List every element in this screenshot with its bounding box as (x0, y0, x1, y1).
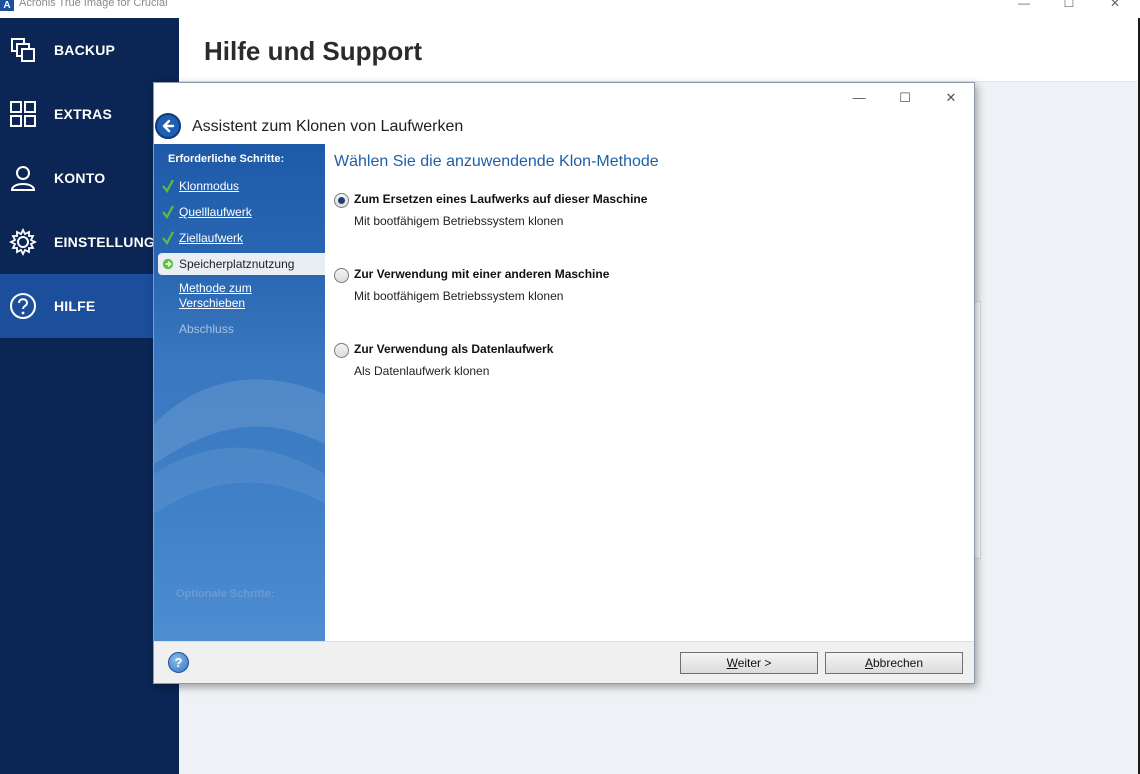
app-close-button[interactable]: ✕ (1092, 0, 1138, 10)
checkmark-icon (162, 205, 174, 219)
required-steps-heading: Erforderliche Schritte: (168, 153, 285, 165)
dialog-maximize-button[interactable]: ☐ (890, 87, 920, 109)
dialog-title: Assistent zum Klonen von Laufwerken (192, 118, 464, 135)
sidebar-item-label: EXTRAS (54, 106, 112, 122)
app-titlebar: A Acronis True Image for Crucial — ☐ ✕ (0, 0, 1140, 18)
option-other-machine[interactable]: Zur Verwendung mit einer anderen Maschin… (334, 267, 934, 307)
step-ziellaufwerk[interactable]: Ziellaufwerk (154, 227, 325, 249)
step-quelllaufwerk[interactable]: Quelllaufwerk (154, 201, 325, 223)
sidebar-item-label: HILFE (54, 298, 96, 314)
user-icon (10, 166, 36, 191)
sidebar-item-backup[interactable]: BACKUP (0, 18, 179, 82)
step-label: Methode zum Verschieben (179, 281, 252, 311)
option-title[interactable]: Zur Verwendung mit einer anderen Maschin… (354, 267, 609, 281)
option-subtitle: Mit bootfähigem Betriebssystem klonen (354, 214, 564, 228)
step-methode-zum-verschieben[interactable]: Methode zum Verschieben (154, 279, 325, 313)
cancel-button[interactable]: Abbrechen (825, 652, 963, 674)
app-maximize-button[interactable]: ☐ (1046, 0, 1092, 10)
radio-button[interactable] (334, 268, 349, 283)
dialog-close-button[interactable]: ✕ (936, 87, 966, 109)
wizard-steps-panel: Erforderliche Schritte: Klonmodus Quelll… (154, 144, 325, 641)
next-button[interactable]: Weiter > (680, 652, 818, 674)
option-title[interactable]: Zur Verwendung als Datenlaufwerk (354, 342, 553, 356)
option-replace-drive[interactable]: Zum Ersetzen eines Laufwerks auf dieser … (334, 192, 934, 232)
step-abschluss: Abschluss (154, 318, 325, 340)
sidebar-item-label: KONTO (54, 170, 106, 186)
app-title: Acronis True Image for Crucial (19, 0, 168, 9)
help-icon[interactable]: ? (168, 652, 189, 673)
current-step-arrow-icon (162, 258, 174, 270)
page-title: Hilfe und Support (204, 36, 423, 66)
gear-icon (9, 228, 37, 256)
step-label: Quelllaufwerk (179, 205, 252, 219)
step-label: Klonmodus (179, 179, 240, 193)
option-subtitle: Mit bootfähigem Betriebssystem klonen (354, 289, 564, 303)
step-label: Ziellaufwerk (179, 231, 244, 245)
step-label: Abschluss (179, 322, 234, 336)
back-arrow-button[interactable] (155, 113, 181, 139)
option-title[interactable]: Zum Ersetzen eines Laufwerks auf dieser … (354, 192, 647, 206)
app-minimize-button[interactable]: — (1001, 0, 1047, 10)
next-button-label: eiter > (737, 656, 772, 670)
cancel-button-label: bbrechen (872, 656, 924, 670)
clone-disk-wizard-dialog: — ☐ ✕ Assistent zum Klonen von Laufwerke… (153, 82, 975, 684)
checkmark-icon (162, 231, 174, 245)
radio-button[interactable] (334, 343, 349, 358)
step-klonmodus[interactable]: Klonmodus (154, 175, 325, 197)
checkmark-icon (162, 179, 174, 193)
step-label-line1: Methode zum (179, 281, 252, 295)
content-heading: Wählen Sie die anzuwendende Klon-Methode (334, 153, 659, 170)
back-arrow-icon (162, 119, 175, 133)
option-data-drive[interactable]: Zur Verwendung als Datenlaufwerk Als Dat… (334, 342, 934, 382)
dialog-minimize-button[interactable]: — (844, 87, 874, 109)
cancel-button-accel: A (864, 656, 873, 670)
acronis-logo-icon: A (0, 0, 14, 11)
backup-icon (11, 38, 35, 62)
optional-steps-heading: Optionale Schritte: (176, 588, 275, 600)
step-label-line2: Verschieben (179, 296, 246, 310)
step-label: Speicherplatznutzung (179, 257, 295, 271)
option-subtitle: Als Datenlaufwerk klonen (354, 364, 490, 378)
radio-button[interactable] (334, 193, 349, 208)
dialog-footer: ? Weiter > Abbrechen (154, 641, 974, 683)
step-speicherplatznutzung[interactable]: Speicherplatznutzung (158, 253, 325, 275)
main-header: Hilfe und Support (179, 18, 1138, 82)
next-button-accel: W (726, 656, 738, 670)
extras-grid-icon (10, 101, 36, 127)
sidebar-item-label: BACKUP (54, 42, 116, 58)
help-icon (10, 293, 36, 319)
